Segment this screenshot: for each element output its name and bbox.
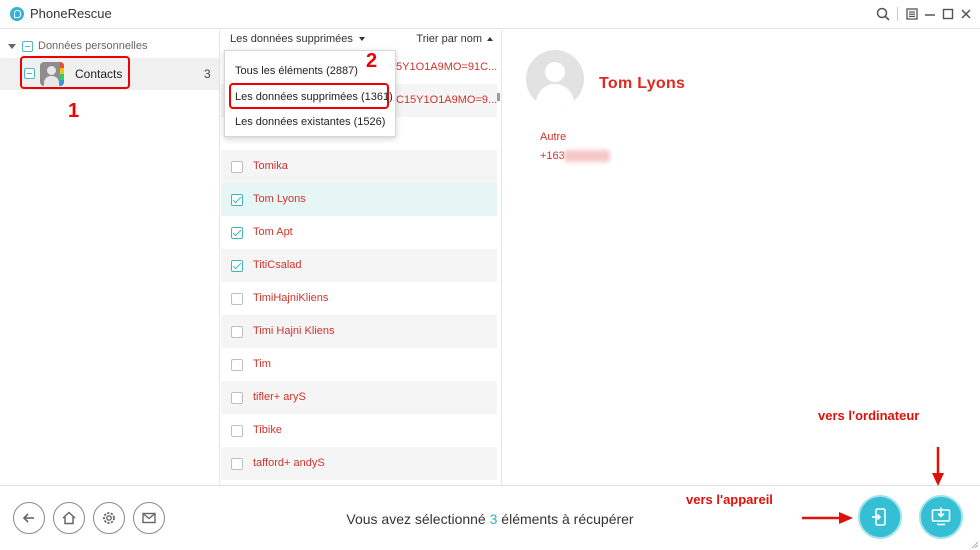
- list-item[interactable]: Tom Apt: [221, 216, 497, 249]
- list-item-checkbox[interactable]: [231, 458, 243, 470]
- list-item-checkbox-checked[interactable]: [231, 227, 243, 239]
- filter-dropdown-label: Les données supprimées: [230, 33, 353, 45]
- app-title: PhoneRescue: [30, 6, 112, 21]
- annotation-to-device: vers l'appareil: [686, 492, 773, 507]
- annotation-highlight-contacts: [20, 56, 130, 89]
- list-item-selected[interactable]: Tom Lyons: [221, 183, 497, 216]
- list-item-checkbox[interactable]: [231, 359, 243, 371]
- tree-root-checkbox[interactable]: [22, 40, 33, 52]
- chevron-down-icon: [358, 37, 365, 41]
- recover-to-computer-button[interactable]: [919, 495, 963, 539]
- list-item-checkbox[interactable]: [231, 425, 243, 437]
- annotation-step-2: 2: [366, 50, 378, 72]
- dropdown-option-all[interactable]: Tous les éléments (2887): [235, 65, 358, 77]
- titlebar-separator: [897, 7, 898, 21]
- list-scrollbar[interactable]: [497, 93, 500, 101]
- list-item[interactable]: tifler+ aryS: [221, 381, 497, 414]
- list-item-name: Tomika: [253, 160, 288, 172]
- list-item-name: Timi Hajni Kliens: [253, 325, 335, 337]
- tree-root-personal-data[interactable]: Données personnelles: [8, 38, 147, 54]
- maximize-icon[interactable]: [940, 6, 956, 22]
- list-item-checkbox-checked[interactable]: [231, 260, 243, 272]
- list-header: Les données supprimées Trier par nom: [221, 30, 501, 50]
- tree-root-label: Données personnelles: [38, 40, 148, 52]
- list-item-name: C15Y1O1A9MO=9...: [396, 94, 497, 106]
- list-item-name: Tom Lyons: [253, 193, 306, 205]
- list-item-name: Tibike: [253, 424, 282, 436]
- annotation-arrow-right-icon: [802, 512, 853, 524]
- menu-icon[interactable]: [904, 6, 920, 22]
- sidebar-item-count: 3: [204, 67, 211, 81]
- phone-field-value: +163: [540, 150, 565, 162]
- list-item-name: tifler+ aryS: [253, 391, 306, 403]
- title-bar: PhoneRescue: [0, 0, 980, 29]
- status-suffix: éléments à récupérer: [497, 511, 634, 527]
- avatar: [526, 50, 584, 108]
- sort-by-name-button[interactable]: Trier par nom: [416, 33, 493, 45]
- list-item-name: tafford+ andyS: [253, 457, 325, 469]
- annotation-step-1: 1: [68, 100, 80, 122]
- contact-name: Tom Lyons: [599, 75, 686, 92]
- to-computer-icon: [931, 507, 951, 526]
- phonerescue-logo-icon: [10, 7, 24, 21]
- phone-field-label: Autre: [540, 131, 567, 143]
- list-item[interactable]: Tim: [221, 348, 497, 381]
- list-item-name: TimiHajniKliens: [253, 292, 329, 304]
- list-item-checkbox-checked[interactable]: [231, 194, 243, 206]
- list-item-checkbox[interactable]: [231, 161, 243, 173]
- list-item[interactable]: Tomika: [221, 150, 497, 183]
- list-item-name: 5Y1O1A9MO=91C...: [396, 61, 497, 73]
- list-item-checkbox[interactable]: [231, 326, 243, 338]
- list-item-name: Tim: [253, 358, 271, 370]
- list-item[interactable]: TitiCsalad: [221, 249, 497, 282]
- annotation-to-computer: vers l'ordinateur: [818, 408, 920, 423]
- redacted-phone-blur: [564, 150, 610, 162]
- list-item[interactable]: tafford+ andyS: [221, 447, 497, 480]
- annotation-highlight-deleted-option: [229, 83, 389, 109]
- list-item-checkbox[interactable]: [231, 392, 243, 404]
- annotation-arrow-down-icon: [932, 447, 944, 486]
- dropdown-option-existing[interactable]: Les données existantes (1526): [235, 116, 385, 128]
- minimize-icon[interactable]: [922, 6, 938, 22]
- sort-label: Trier par nom: [416, 33, 482, 45]
- recover-to-device-button[interactable]: [858, 495, 902, 539]
- list-item-checkbox[interactable]: [231, 293, 243, 305]
- list-item[interactable]: Tibike: [221, 414, 497, 447]
- to-device-icon: [872, 508, 886, 526]
- filter-dropdown[interactable]: Les données supprimées: [230, 33, 365, 45]
- status-prefix: Vous avez sélectionné: [346, 511, 490, 527]
- sort-ascending-icon: [487, 37, 493, 41]
- close-icon[interactable]: [958, 6, 974, 22]
- search-icon[interactable]: [875, 6, 891, 22]
- list-item[interactable]: Timi Hajni Kliens: [221, 315, 497, 348]
- resize-grip-icon[interactable]: [970, 540, 978, 548]
- list-item[interactable]: TimiHajniKliens: [221, 282, 497, 315]
- tree-expand-arrow-icon[interactable]: [8, 43, 16, 49]
- category-sidebar: Données personnelles Contacts 3: [0, 30, 220, 485]
- list-item-name: TitiCsalad: [253, 259, 302, 271]
- list-item-name: Tom Apt: [253, 226, 293, 238]
